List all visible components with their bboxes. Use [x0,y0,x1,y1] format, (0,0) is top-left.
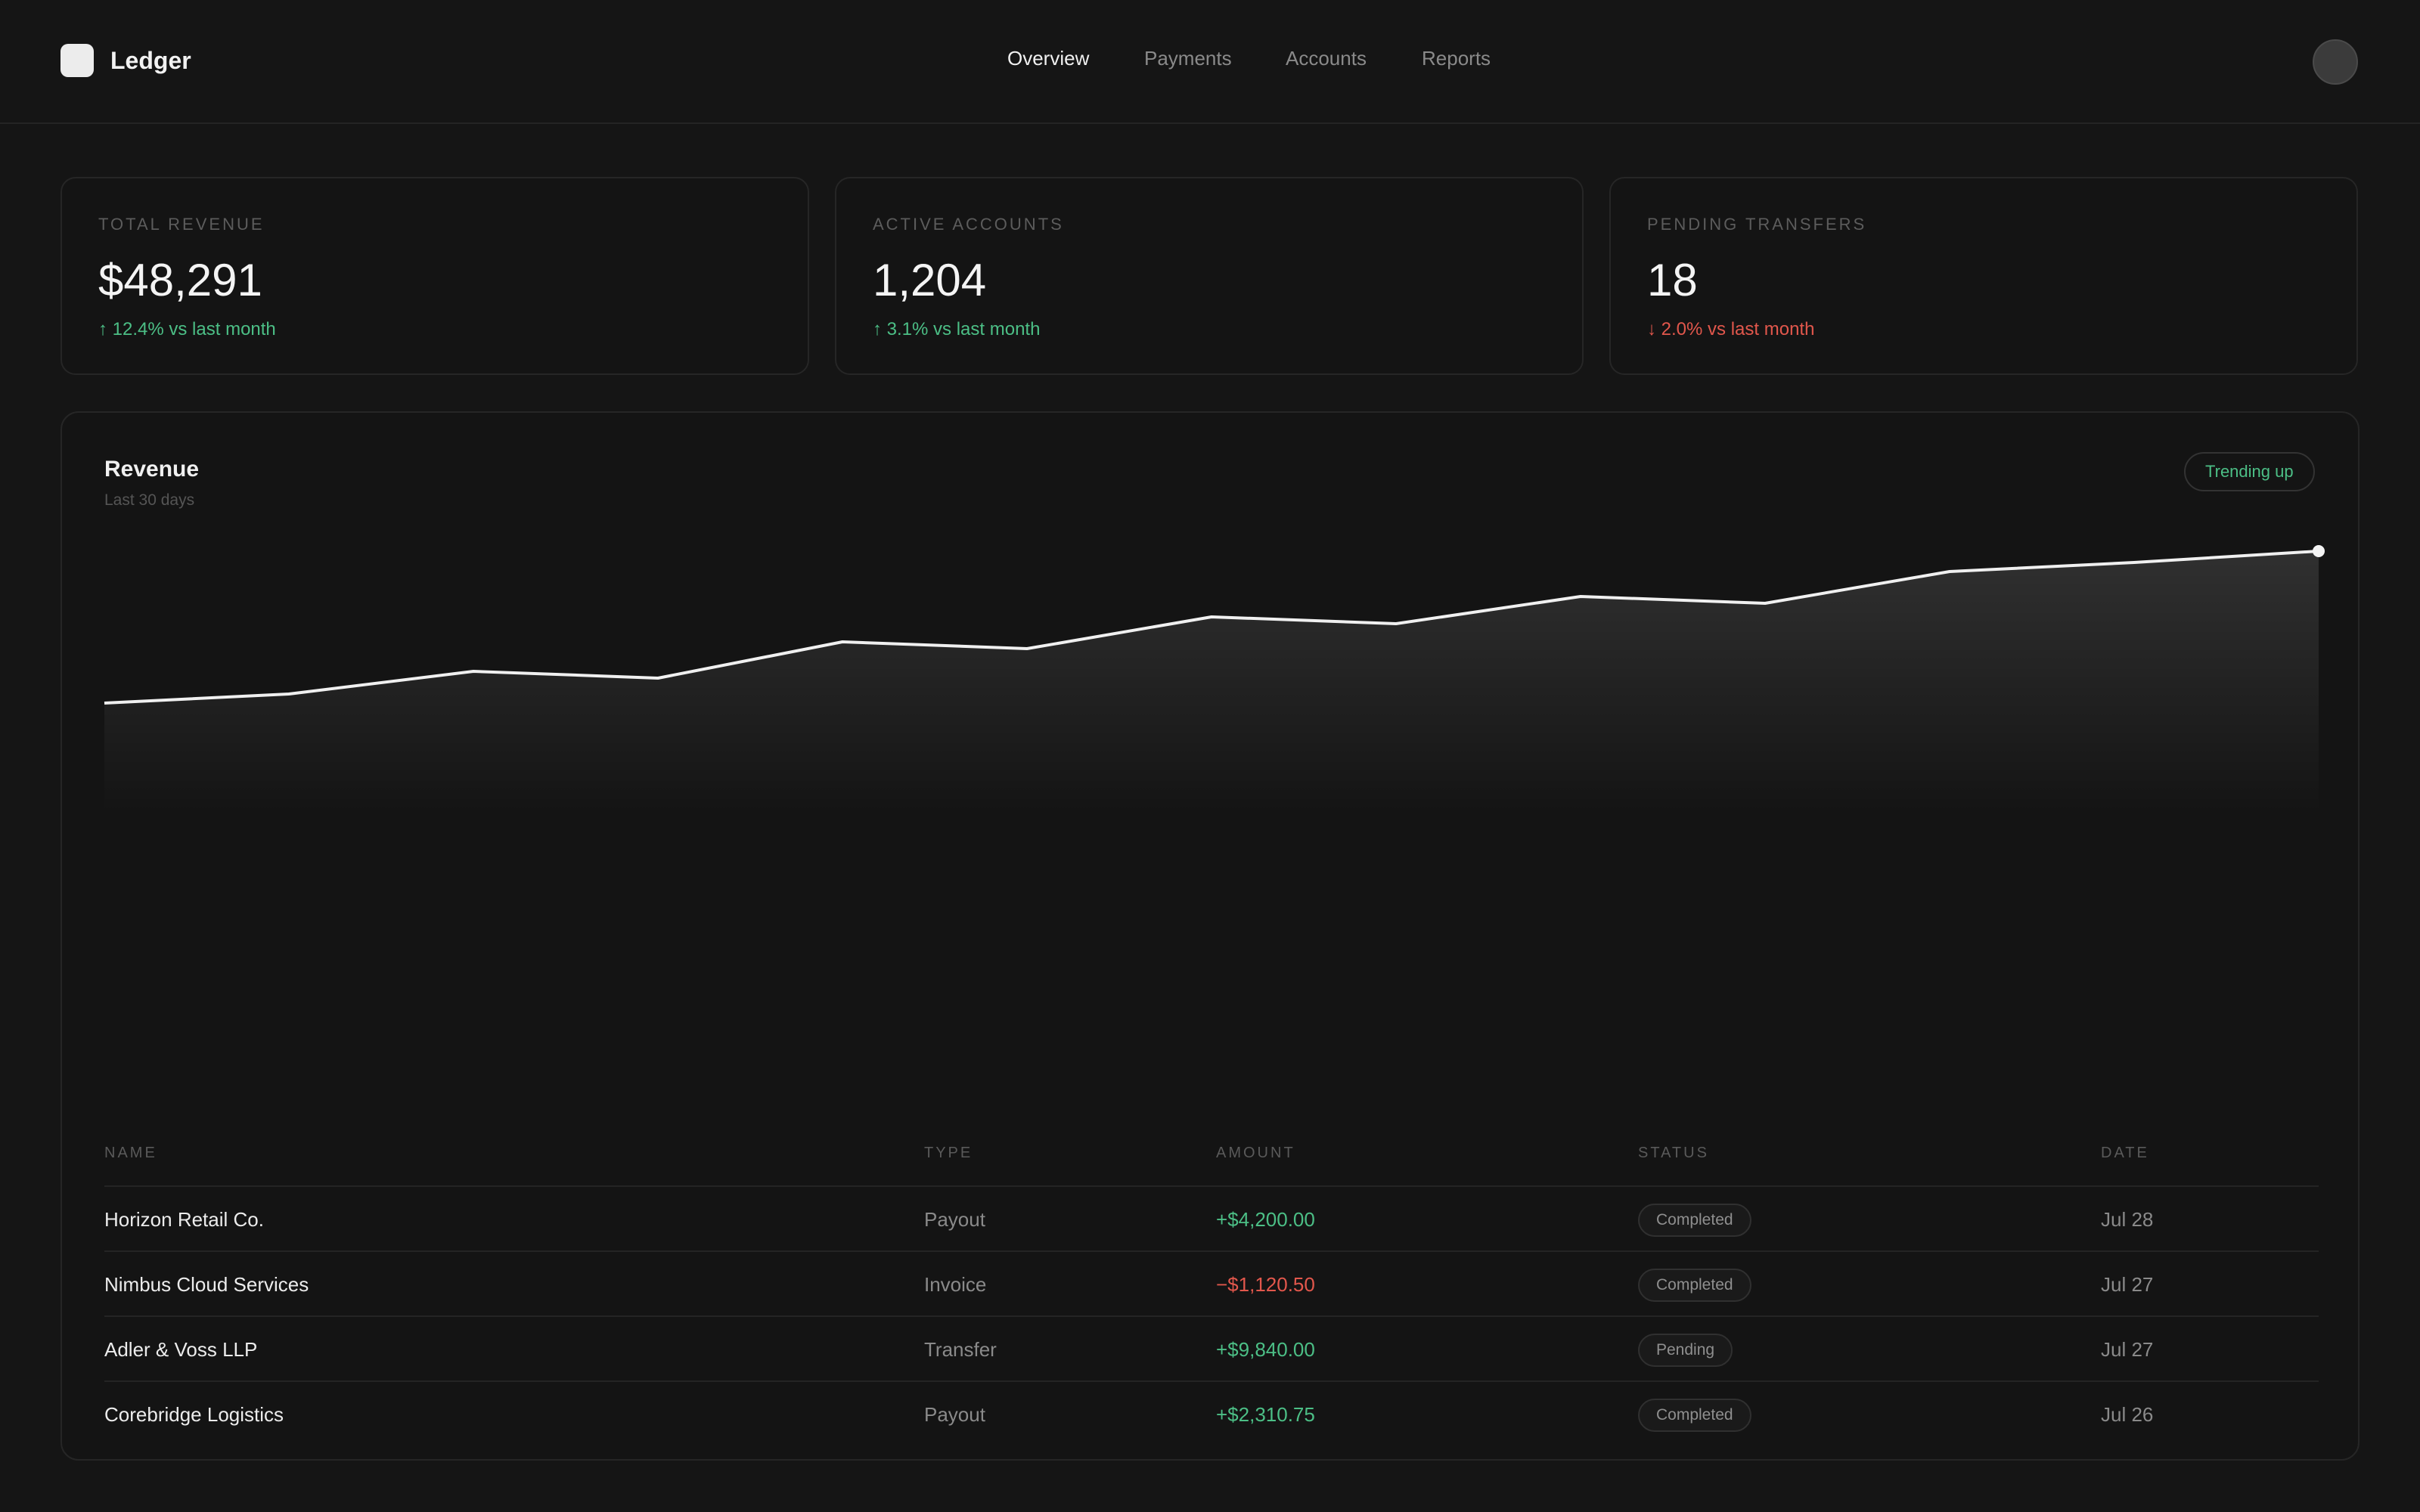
status-badge: Completed [1638,1399,1751,1432]
cell-date: Jul 27 [2101,1273,2154,1296]
revenue-panel: Revenue Last 30 days Trending up NAME TY… [60,411,2360,1461]
cell-amount: +$2,310.75 [1216,1403,1315,1426]
table-row[interactable]: Nimbus Cloud Services Invoice −$1,120.50… [62,1252,2361,1317]
kpi-delta: ↑ 3.1% vs last month [873,319,1041,339]
cell-type: Payout [924,1403,985,1426]
cell-name: Nimbus Cloud Services [104,1273,309,1296]
cell-name: Corebridge Logistics [104,1403,284,1426]
revenue-chart [104,545,2325,813]
kpi-delta: ↑ 12.4% vs last month [98,319,276,339]
cell-type: Transfer [924,1338,997,1361]
kpi-value: $48,291 [98,255,262,305]
cell-date: Jul 28 [2101,1208,2154,1231]
cell-date: Jul 26 [2101,1403,2154,1426]
user-avatar[interactable] [2313,39,2358,85]
column-header-type[interactable]: TYPE [924,1145,973,1162]
status-badge: Completed [1638,1269,1751,1302]
kpi-delta: ↓ 2.0% vs last month [1647,319,1815,339]
revenue-area-fill [104,551,2319,813]
column-header-name[interactable]: NAME [104,1145,157,1162]
kpi-label: ACTIVE ACCOUNTS [873,215,1064,234]
cell-amount: +$9,840.00 [1216,1338,1315,1361]
table-row[interactable]: Horizon Retail Co. Payout +$4,200.00 Com… [62,1187,2361,1252]
status-badge: Pending [1638,1334,1733,1367]
column-header-date[interactable]: DATE [2101,1145,2149,1162]
cell-type: Payout [924,1208,985,1231]
cell-amount: −$1,120.50 [1216,1273,1315,1296]
kpi-label: PENDING TRANSFERS [1647,215,1867,234]
nav-reports[interactable]: Reports [1422,47,1491,70]
cell-type: Invoice [924,1273,987,1296]
nav-accounts[interactable]: Accounts [1286,47,1367,70]
kpi-value: 1,204 [873,255,987,305]
status-badge: Completed [1638,1204,1751,1237]
top-bar: Ledger Overview Payments Accounts Report… [0,0,2420,124]
cell-name: Adler & Voss LLP [104,1338,258,1361]
main-nav: Overview Payments Accounts Reports [0,47,2420,80]
kpi-label: TOTAL REVENUE [98,215,265,234]
kpi-card-total-revenue: TOTAL REVENUE $48,291 ↑ 12.4% vs last mo… [60,177,809,375]
nav-payments[interactable]: Payments [1144,47,1232,70]
cell-date: Jul 27 [2101,1338,2154,1361]
column-header-status[interactable]: STATUS [1638,1145,1709,1162]
cell-name: Horizon Retail Co. [104,1208,264,1231]
cell-amount: +$4,200.00 [1216,1208,1315,1231]
kpi-card-active-accounts: ACTIVE ACCOUNTS 1,204 ↑ 3.1% vs last mon… [835,177,1584,375]
table-row[interactable]: Corebridge Logistics Payout +$2,310.75 C… [62,1382,2361,1447]
kpi-card-pending-transfers: PENDING TRANSFERS 18 ↓ 2.0% vs last mont… [1609,177,2358,375]
nav-overview[interactable]: Overview [1007,47,1089,70]
column-header-amount[interactable]: AMOUNT [1216,1145,1295,1162]
kpi-value: 18 [1647,255,1698,305]
table-row[interactable]: Adler & Voss LLP Transfer +$9,840.00 Pen… [62,1317,2361,1382]
revenue-endpoint-marker [2313,545,2325,557]
